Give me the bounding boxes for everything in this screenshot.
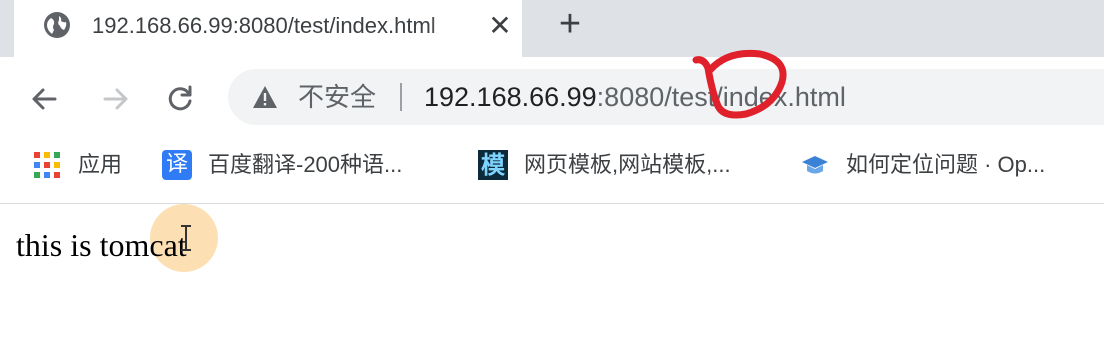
globe-icon	[44, 12, 70, 38]
template-icon: 模	[478, 150, 508, 180]
bookmark-locate-issue[interactable]: 如何定位问题 · Op...	[800, 147, 1045, 183]
bookmarks-bar: 应用 译 百度翻译-200种语... 模 网页模板,网站模板,... 如何定位问…	[0, 137, 1104, 195]
translate-icon: 译	[162, 150, 192, 180]
address-bar[interactable]: 不安全 192.168.66.99:8080/test/index.html	[228, 69, 1104, 125]
new-tab-button[interactable]: +	[550, 4, 590, 44]
tab-close-icon[interactable]: ✕	[482, 8, 518, 44]
toolbar: 不安全 192.168.66.99:8080/test/index.html	[0, 57, 1104, 137]
reload-icon	[168, 85, 192, 111]
back-button[interactable]	[22, 77, 66, 121]
tab-strip: 192.168.66.99:8080/test/index.html ✕ +	[0, 0, 1104, 57]
security-status[interactable]: 不安全	[298, 80, 376, 114]
url-port: :8080	[596, 82, 665, 112]
arrow-left-icon	[32, 88, 57, 110]
bookmark-label: 百度翻译-200种语...	[208, 152, 403, 177]
text-cursor-icon	[181, 225, 191, 251]
warning-icon[interactable]	[252, 84, 278, 110]
arrow-right-icon	[103, 88, 128, 110]
omnibox-divider	[400, 83, 402, 111]
bookmark-label: 应用	[78, 152, 123, 177]
bookmark-baidu-translate[interactable]: 译 百度翻译-200种语...	[162, 147, 402, 183]
page-content: this is tomcat	[0, 204, 1104, 356]
tab-title: 192.168.66.99:8080/test/index.html	[92, 13, 436, 38]
bookmark-label: 如何定位问题 · Op...	[846, 152, 1046, 177]
forward-button[interactable]	[94, 77, 138, 121]
url-host: 192.168.66.99	[424, 82, 597, 112]
reload-button[interactable]	[158, 77, 202, 121]
apps-grid-icon	[34, 152, 60, 178]
page-text: this is tomcat	[16, 227, 187, 263]
red-annotation-circle	[692, 49, 787, 119]
tab-active[interactable]: 192.168.66.99:8080/test/index.html ✕	[14, 0, 522, 57]
bookmark-templates[interactable]: 模 网页模板,网站模板,...	[478, 147, 731, 183]
bookmark-label: 网页模板,网站模板,...	[524, 152, 731, 177]
graduation-cap-icon	[802, 156, 828, 174]
bookmark-apps[interactable]: 应用	[32, 147, 122, 183]
